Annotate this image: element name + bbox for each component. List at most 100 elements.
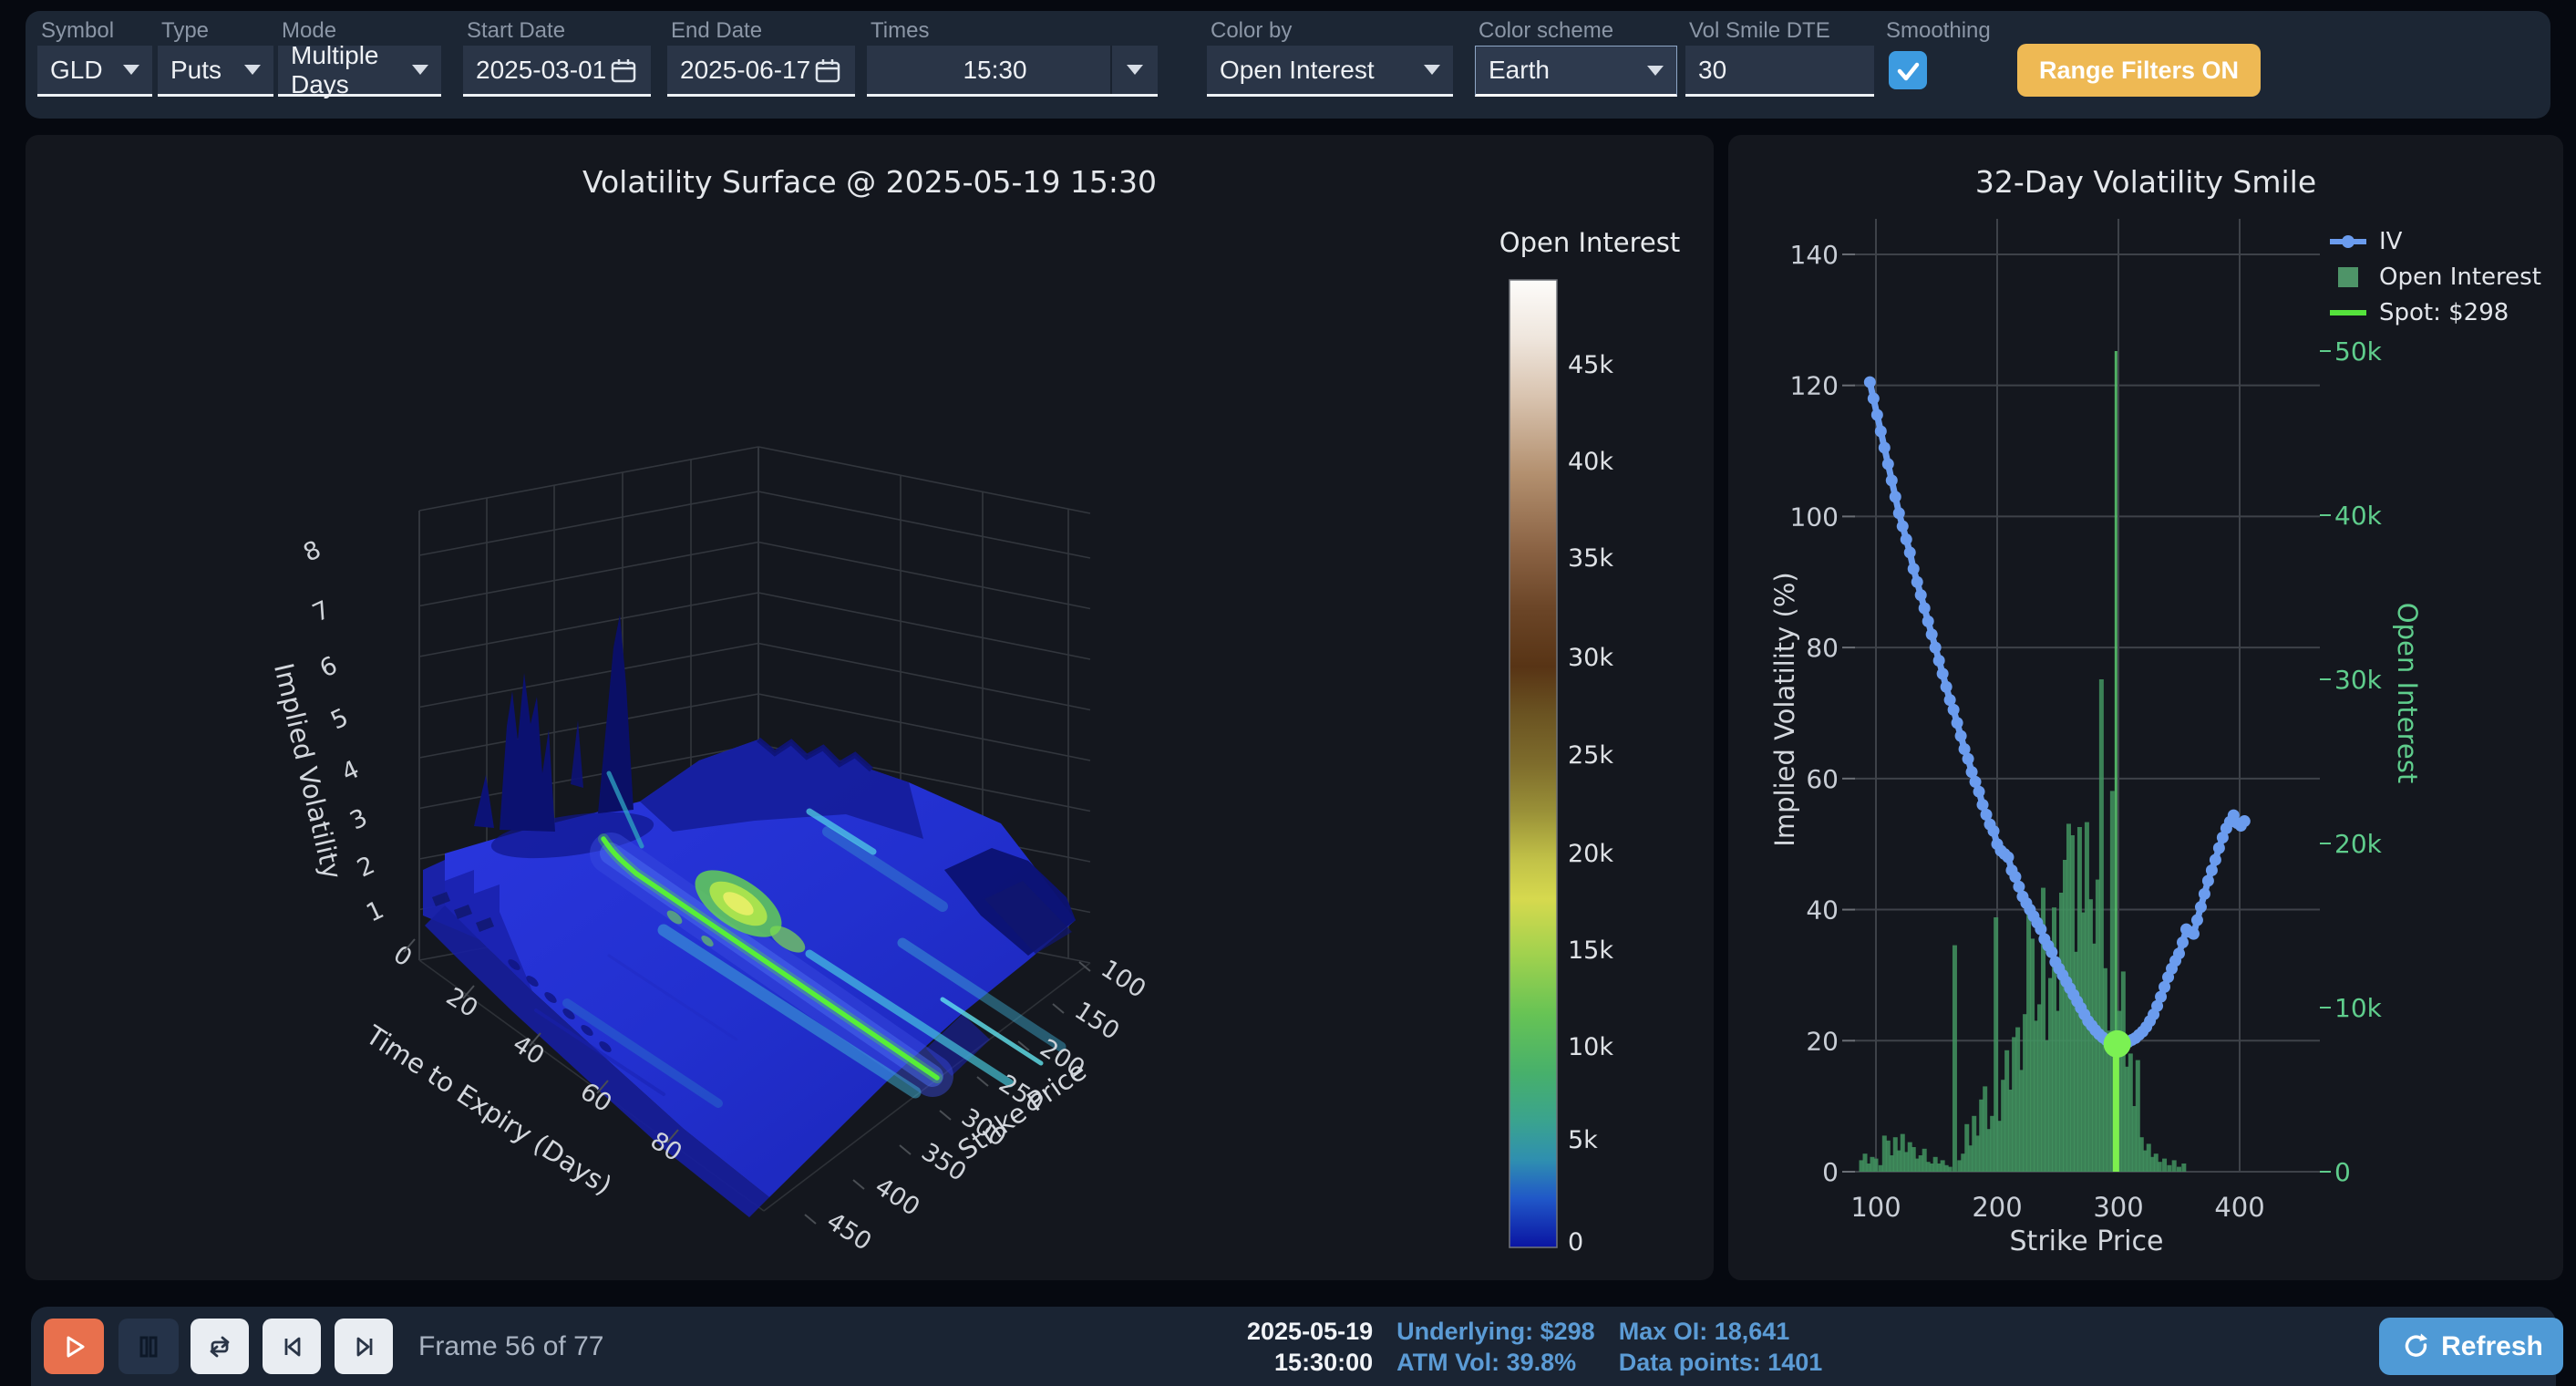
status-underlying-col: Underlying: $298 ATM Vol: 39.8%	[1396, 1316, 1595, 1378]
symbol-value: GLD	[50, 56, 103, 85]
volatility-surface-panel: Volatility Surface @ 2025-05-19 15:30	[26, 135, 1714, 1280]
pause-button[interactable]	[118, 1319, 179, 1374]
times-caret-cell[interactable]	[1110, 46, 1158, 94]
smile-ylabel-right: Open Interest	[2392, 603, 2423, 783]
loop-button[interactable]	[191, 1319, 249, 1374]
vol-smile-dte-input[interactable]: 30	[1685, 46, 1874, 97]
svg-text:5k: 5k	[1568, 1126, 1598, 1154]
mode-value: Multiple Days	[291, 41, 412, 99]
svg-text:20k: 20k	[1568, 840, 1613, 868]
svg-text:10k: 10k	[1568, 1033, 1613, 1061]
svg-text:400: 400	[2214, 1192, 2264, 1223]
svg-text:100: 100	[1096, 955, 1150, 1004]
svg-text:20: 20	[441, 983, 483, 1024]
svg-text:140: 140	[1790, 240, 1839, 270]
type-field: Type Puts	[158, 11, 273, 119]
iv-marker	[1901, 533, 1912, 545]
end-date-field: End Date 2025-06-17	[667, 11, 855, 119]
iv-marker	[1973, 786, 1985, 798]
svg-text:0: 0	[388, 940, 417, 972]
end-date-label: End Date	[671, 18, 762, 44]
legend-item-iv[interactable]: IV	[2328, 228, 2541, 255]
smoothing-label: Smoothing	[1886, 18, 1991, 44]
chevron-down-icon	[1127, 65, 1143, 75]
iv-line-swatch-icon	[2328, 231, 2368, 253]
start-date-input[interactable]: 2025-03-01	[463, 46, 651, 97]
calendar-icon	[609, 56, 638, 85]
refresh-button[interactable]: Refresh	[2379, 1318, 2563, 1375]
symbol-field: Symbol GLD	[37, 11, 152, 119]
status-max-oi: Max OI: 18,641	[1619, 1316, 1823, 1347]
mode-select[interactable]: Multiple Days	[278, 46, 441, 97]
spot-oi-bar	[2113, 1049, 2119, 1172]
playback-bar: Frame 56 of 77 2025-05-19 15:30:00 Under…	[31, 1307, 2556, 1386]
mode-field: Mode Multiple Days	[278, 11, 441, 119]
color-scheme-label: Color scheme	[1479, 18, 1613, 44]
symbol-select[interactable]: GLD	[37, 46, 152, 97]
svg-text:400: 400	[870, 1173, 924, 1222]
iv-marker	[1930, 642, 1942, 654]
prev-frame-button[interactable]	[263, 1319, 321, 1374]
iv-marker	[1922, 615, 1934, 627]
iv-marker	[1882, 458, 1894, 470]
svg-text:100: 100	[1790, 502, 1839, 532]
svg-text:40: 40	[1806, 895, 1839, 926]
color-scheme-field: Color scheme Earth	[1475, 11, 1677, 119]
smile-xlabel: Strike Price	[1973, 1226, 2200, 1257]
iv-marker	[1864, 377, 1876, 388]
pause-icon	[133, 1331, 164, 1362]
svg-text:1: 1	[362, 895, 388, 927]
legend-item-open-interest[interactable]: Open Interest	[2328, 264, 2541, 291]
svg-text:3: 3	[345, 803, 372, 835]
svg-text:450: 450	[821, 1207, 876, 1257]
next-frame-button[interactable]	[335, 1319, 393, 1374]
play-button[interactable]	[44, 1319, 104, 1374]
svg-text:60: 60	[1806, 764, 1839, 794]
svg-text:10k: 10k	[2334, 993, 2383, 1023]
oi-bar	[2162, 1159, 2167, 1172]
frame-counter: Frame 56 of 77	[418, 1307, 603, 1386]
color-by-select[interactable]: Open Interest	[1207, 46, 1453, 97]
svg-text:20k: 20k	[2334, 829, 2383, 859]
type-select[interactable]: Puts	[158, 46, 273, 97]
oi-bar	[1874, 1159, 1879, 1172]
smoothing-checkbox[interactable]	[1889, 51, 1927, 89]
oi-bar	[1953, 946, 1957, 1172]
iv-marker	[1879, 441, 1891, 453]
iv-marker	[2202, 874, 2214, 886]
iv-spikes	[474, 615, 642, 846]
svg-text:30k: 30k	[1568, 644, 1613, 672]
oi-bar	[2158, 1162, 2162, 1172]
refresh-icon	[2399, 1331, 2430, 1362]
iv-marker	[2210, 853, 2221, 865]
svg-text:6: 6	[315, 651, 342, 683]
iv-marker	[1875, 425, 1887, 437]
iv-marker	[1897, 521, 1909, 533]
next-frame-icon	[348, 1331, 379, 1362]
legend-item-spot[interactable]: Spot: $298	[2328, 299, 2541, 326]
iv-marker	[1919, 603, 1931, 615]
chevron-down-icon	[1424, 65, 1440, 75]
svg-text:35k: 35k	[1568, 544, 1613, 573]
type-label: Type	[161, 18, 209, 44]
iv-marker	[2191, 915, 2203, 926]
iv-curve	[1870, 382, 2244, 1044]
play-icon	[58, 1331, 89, 1362]
times-select[interactable]: 15:30	[867, 46, 1158, 97]
svg-text:45k: 45k	[1568, 351, 1613, 379]
iv-marker	[1868, 393, 1880, 405]
end-date-input[interactable]: 2025-06-17	[667, 46, 855, 97]
status-underlying: Underlying: $298	[1396, 1316, 1595, 1347]
volatility-surface-plot[interactable]: 8765432102040608010015020025030035040045…	[26, 135, 1714, 1280]
color-scheme-select[interactable]: Earth	[1475, 46, 1677, 97]
iv-marker	[1893, 507, 1905, 519]
oi-square-swatch-icon	[2328, 265, 2368, 289]
iv-marker	[1952, 717, 1963, 729]
vol-smile-dte-value: 30	[1698, 56, 1726, 85]
svg-text:2: 2	[353, 851, 379, 883]
color-scheme-value: Earth	[1489, 56, 1550, 85]
range-filters-button[interactable]: Range Filters ON	[2017, 44, 2261, 97]
smile-legend: IV Open Interest Spot: $298	[2328, 228, 2541, 326]
volatility-smile-panel: 32-Day Volatility Smile 0204060801001201…	[1728, 135, 2563, 1280]
svg-text:20: 20	[1806, 1026, 1839, 1056]
